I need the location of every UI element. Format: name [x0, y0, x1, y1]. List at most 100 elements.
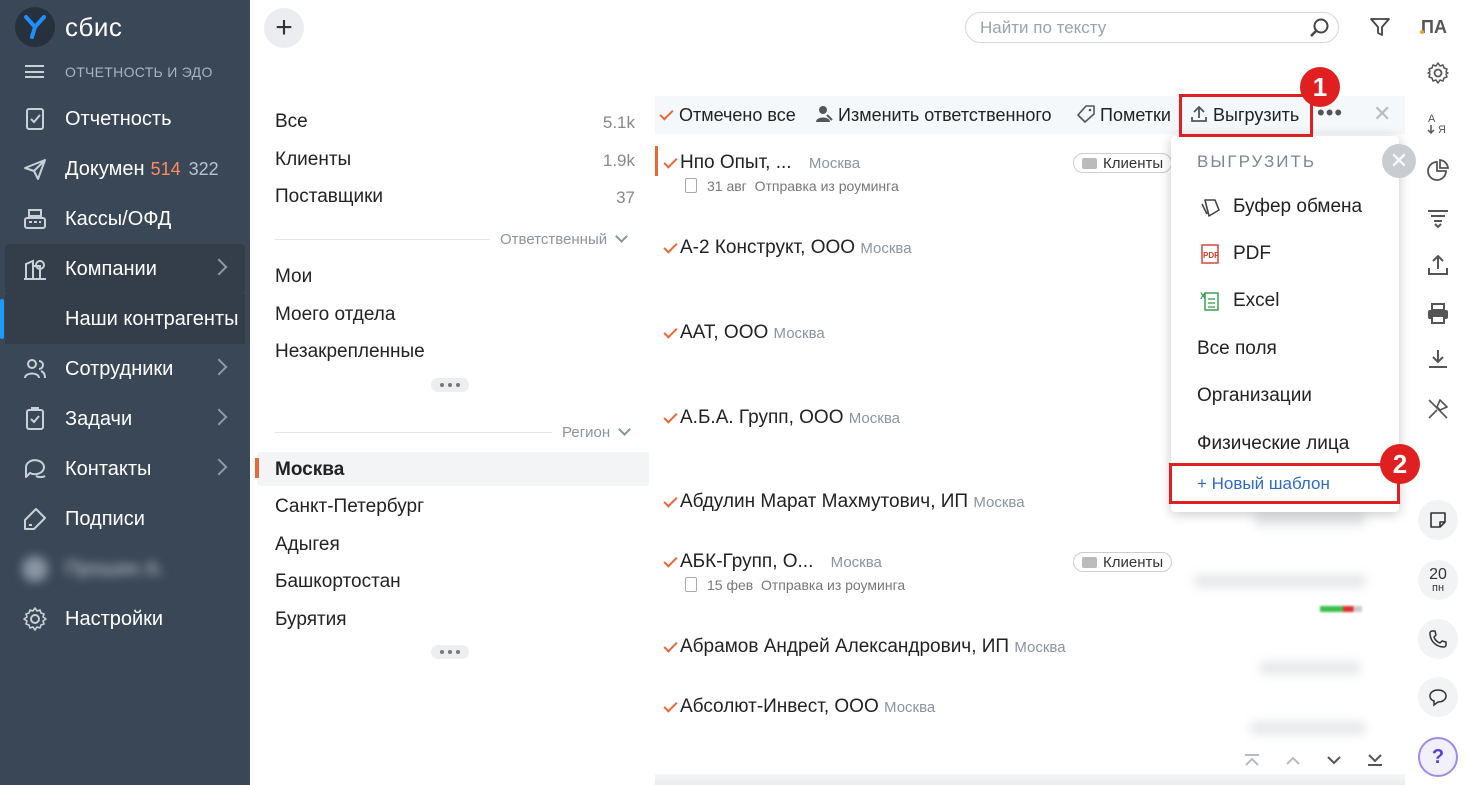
pie-chart-icon[interactable]	[1424, 156, 1452, 184]
city: Москва	[860, 240, 912, 257]
clipboard-icon	[1201, 199, 1220, 217]
city: Москва	[848, 410, 900, 427]
note-icon[interactable]	[1418, 500, 1458, 540]
tag-clients[interactable]: Клиенты	[1073, 552, 1173, 572]
filter-label: Незакрепленные	[275, 341, 425, 362]
filter-all[interactable]: Все 5.1k	[275, 111, 635, 133]
contacts-icon	[25, 459, 46, 479]
search-field[interactable]	[965, 12, 1339, 43]
city: Москва	[773, 325, 825, 342]
filter-unassigned[interactable]: Незакрепленные	[275, 341, 635, 363]
company-name: ААТ, ООО	[680, 322, 769, 343]
user-initials[interactable]: ПА	[1421, 17, 1447, 38]
scroll-down-icon[interactable]	[1319, 748, 1349, 772]
cash-register-icon	[24, 209, 46, 229]
chevron-down-icon	[618, 423, 632, 436]
upload-icon[interactable]	[1424, 251, 1452, 279]
marks-button[interactable]: Пометки	[1077, 105, 1171, 126]
region-moscow[interactable]: Москва	[275, 459, 635, 481]
gear-icon[interactable]	[1424, 59, 1452, 87]
note: Отправка из роуминга	[761, 577, 906, 593]
toolbar-label: Изменить ответственного	[838, 105, 1052, 125]
blurred-text	[1195, 575, 1365, 587]
download-icon[interactable]	[1424, 345, 1452, 373]
sidebar-item-settings[interactable]: Настройки	[0, 594, 250, 644]
date: 31 авг	[707, 178, 747, 194]
filter-label: Адыгея	[275, 534, 340, 555]
region-header[interactable]: Регион	[562, 423, 632, 441]
filter-label: Санкт-Петербург	[275, 496, 425, 517]
city: Москва	[973, 494, 1025, 511]
sidebar-item-label: Контакты	[65, 457, 152, 480]
callout-badge: 2	[1380, 444, 1420, 484]
filter-my-department[interactable]: Моего отдела	[275, 304, 635, 326]
scroll-top-icon[interactable]	[1237, 748, 1267, 772]
phone-icon[interactable]	[1418, 619, 1458, 659]
region-bashkortostan[interactable]: Башкортостан	[275, 571, 635, 593]
close-icon[interactable]: ✕	[1373, 101, 1391, 127]
calendar-button[interactable]: 20 пн	[1418, 560, 1458, 600]
selected-marker	[255, 458, 259, 478]
highlight-box	[1169, 463, 1400, 504]
company-name: А-2 Конструкт, ООО	[680, 237, 856, 258]
sidebar-item-employees[interactable]: Сотрудники	[0, 344, 250, 394]
toolbar-label: Отмечено все	[679, 105, 796, 125]
sort-icon[interactable]: AЯ	[1424, 109, 1452, 137]
change-responsible-button[interactable]: Изменить ответственного	[815, 105, 1052, 126]
logo-text[interactable]: сбис	[65, 12, 122, 43]
sidebar-item-companies[interactable]: Компании	[5, 244, 245, 294]
filter-icon[interactable]	[1369, 16, 1391, 38]
menu-item-pdf[interactable]: PDF	[1233, 243, 1271, 265]
sidebar-item-our-counterparties[interactable]: Наши контрагенты	[0, 294, 245, 344]
menu-item-individuals[interactable]: Физические лица	[1197, 433, 1349, 455]
region-adygea[interactable]: Адыгея	[275, 534, 635, 556]
folder-icon	[1082, 556, 1097, 568]
select-all-button[interactable]: Отмечено все	[659, 105, 796, 126]
svg-text:PDF: PDF	[1203, 251, 1219, 260]
chat-icon[interactable]	[1418, 677, 1458, 717]
sidebar-item-tasks[interactable]: Задачи	[0, 394, 250, 444]
blurred-text	[1255, 512, 1365, 526]
menu-item-excel[interactable]: Excel	[1233, 290, 1279, 312]
city: Москва	[1014, 639, 1066, 656]
sidebar-item-user[interactable]: Прошин А.	[0, 544, 250, 594]
svg-text:A: A	[1428, 113, 1436, 125]
menu-item-all-fields[interactable]: Все поля	[1197, 338, 1277, 360]
responsible-header[interactable]: Ответственный	[500, 230, 629, 248]
company-name: Нпо Опыт, ...	[680, 152, 792, 173]
filter-suppliers[interactable]: Поставщики 37	[275, 186, 635, 208]
sidebar-item-signatures[interactable]: Подписи	[0, 494, 250, 544]
help-button[interactable]: ?	[1418, 737, 1458, 777]
list-settings-icon[interactable]	[1424, 203, 1452, 231]
menu-item-organizations[interactable]: Организации	[1197, 385, 1312, 407]
calendar-weekday: пн	[1431, 581, 1445, 594]
person-icon	[816, 106, 833, 122]
sidebar-item-contacts[interactable]: Контакты	[0, 444, 250, 494]
print-icon[interactable]	[1424, 299, 1452, 327]
tag-clients[interactable]: Клиенты	[1073, 153, 1173, 173]
filter-mine[interactable]: Мои	[275, 266, 635, 288]
sidebar-item-cashboxes[interactable]: Кассы/ОФД	[0, 194, 250, 244]
company-name: Абсолют-Инвест, ООО	[680, 696, 879, 717]
search-input[interactable]	[980, 18, 1300, 38]
menu-item-clipboard[interactable]: Буфер обмена	[1233, 196, 1362, 218]
unpin-icon[interactable]	[1424, 395, 1452, 423]
search-icon[interactable]	[1308, 17, 1330, 39]
filter-clients[interactable]: Клиенты 1.9k	[275, 149, 635, 171]
scroll-up-icon[interactable]	[1278, 748, 1308, 772]
scroll-bottom-icon[interactable]	[1360, 748, 1390, 772]
sidebar-item-documents[interactable]: Докумен 514 322	[0, 144, 250, 194]
filter-label: Все	[275, 111, 308, 132]
region-buryatia[interactable]: Бурятия	[275, 609, 635, 631]
region-spb[interactable]: Санкт-Петербург	[275, 496, 635, 518]
logo-icon[interactable]	[15, 7, 55, 47]
more-dots-button[interactable]	[431, 645, 469, 659]
filter-label: Москва	[275, 459, 345, 480]
menu-close-button[interactable]: ✕	[1382, 144, 1416, 178]
tag-icon	[1077, 105, 1095, 123]
add-button[interactable]: +	[264, 8, 304, 48]
hamburger-icon[interactable]	[25, 65, 44, 78]
sidebar-item-label: Настройки	[65, 607, 164, 630]
sidebar-item-reporting[interactable]: Отчетность	[0, 94, 250, 144]
more-dots-button[interactable]	[431, 378, 469, 392]
